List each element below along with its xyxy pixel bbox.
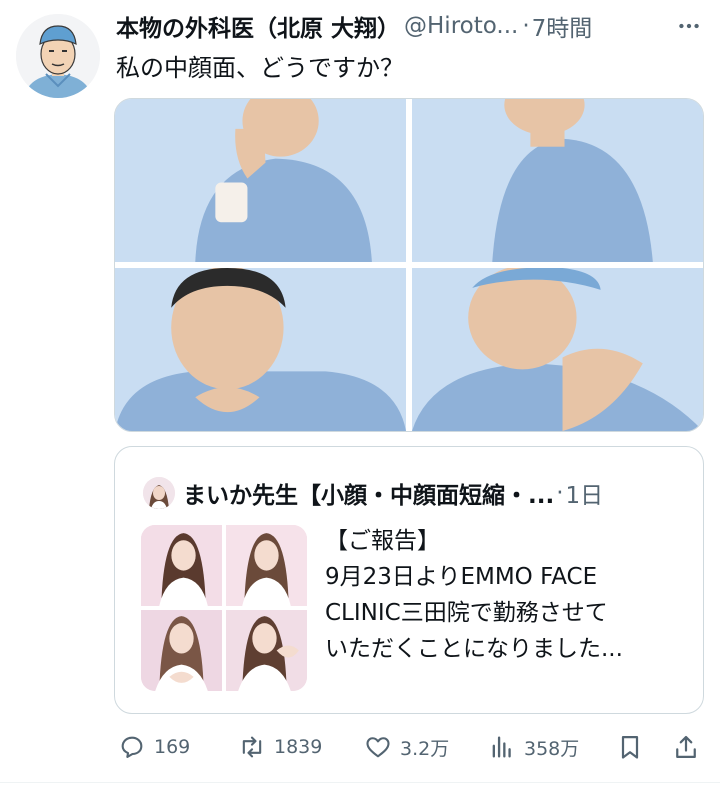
quoted-photo-1[interactable] bbox=[141, 525, 222, 606]
retweet-button[interactable]: 1839 bbox=[238, 726, 322, 768]
quoted-photo-4[interactable] bbox=[226, 610, 307, 691]
doctor-photo bbox=[141, 610, 222, 691]
separator-dot: · bbox=[522, 13, 530, 39]
quoted-tweet-text: 【ご報告】 9月23日よりEMMO FACE CLINIC三田院で勤務させて い… bbox=[325, 523, 689, 667]
like-button[interactable]: 3.2万 bbox=[364, 726, 449, 768]
author-handle[interactable]: @Hiroto... bbox=[404, 13, 518, 39]
tweet-media-grid bbox=[114, 98, 704, 432]
quoted-photo-3[interactable] bbox=[141, 610, 222, 691]
quoted-author-name[interactable]: まいか先生【小顔・中顔面短縮・... bbox=[183, 476, 554, 510]
tweet-time[interactable]: 7時間 bbox=[532, 9, 593, 43]
tweet-action-bar: 169 1839 3.2万 358万 bbox=[114, 726, 710, 768]
quoted-author-avatar[interactable] bbox=[143, 477, 175, 509]
retweet-icon bbox=[242, 736, 262, 758]
heart-icon bbox=[366, 737, 390, 758]
bookmark-button[interactable] bbox=[616, 726, 644, 768]
share-button[interactable] bbox=[672, 726, 700, 768]
doctor-photo bbox=[226, 525, 307, 606]
quoted-text-line: 9月23日よりEMMO FACE bbox=[325, 564, 598, 590]
tweet-text: 私の中顔面、どうですか？ bbox=[116, 54, 404, 82]
quoted-text-line: 【ご報告】 bbox=[325, 528, 440, 554]
bookmark-icon bbox=[621, 735, 639, 759]
quoted-text-line: CLINIC三田院で勤務させて bbox=[325, 600, 608, 626]
quoted-media-grid bbox=[141, 525, 307, 691]
divider bbox=[0, 782, 720, 783]
tweet-header: 本物の外科医（北原 大翔） @Hiroto... · 7時間 bbox=[116, 8, 706, 44]
share-icon bbox=[676, 735, 696, 759]
tweet-photo-3[interactable] bbox=[115, 268, 406, 431]
doctor-photo bbox=[226, 610, 307, 691]
views-button[interactable]: 358万 bbox=[488, 726, 579, 768]
quoted-tweet-header: まいか先生【小顔・中顔面短縮・... · 1日 bbox=[143, 475, 675, 511]
tweet-photo-2[interactable] bbox=[412, 99, 703, 262]
like-count: 3.2万 bbox=[400, 737, 450, 760]
more-horizontal-icon bbox=[679, 23, 699, 29]
reply-count: 169 bbox=[154, 736, 191, 758]
quoted-photo-2[interactable] bbox=[226, 525, 307, 606]
quoted-tweet-time[interactable]: 1日 bbox=[566, 476, 604, 510]
doctor-portrait-avatar bbox=[143, 477, 175, 509]
quoted-tweet-card[interactable]: まいか先生【小顔・中顔面短縮・... · 1日 【ご報告】 9月23日よりEMM… bbox=[114, 446, 704, 714]
surgeon-photo bbox=[115, 268, 406, 431]
author-avatar[interactable] bbox=[16, 14, 100, 98]
more-options-button[interactable] bbox=[674, 12, 704, 40]
author-name[interactable]: 本物の外科医（北原 大翔） bbox=[116, 9, 400, 43]
reply-icon bbox=[121, 736, 143, 758]
surgeon-photo bbox=[412, 99, 703, 262]
surgeon-photo bbox=[412, 268, 703, 431]
surgeon-avatar-illustration bbox=[16, 14, 100, 98]
reply-button[interactable]: 169 bbox=[118, 726, 190, 768]
tweet-photo-4[interactable] bbox=[412, 268, 703, 431]
doctor-photo bbox=[141, 525, 222, 606]
quoted-text-line: いただくことになりました... bbox=[325, 636, 623, 662]
tweet-photo-1[interactable] bbox=[115, 99, 406, 262]
views-bar-chart-icon bbox=[492, 736, 511, 758]
view-count: 358万 bbox=[524, 737, 580, 760]
separator-dot: · bbox=[556, 480, 564, 506]
surgeon-photo bbox=[115, 99, 406, 262]
retweet-count: 1839 bbox=[274, 736, 323, 758]
